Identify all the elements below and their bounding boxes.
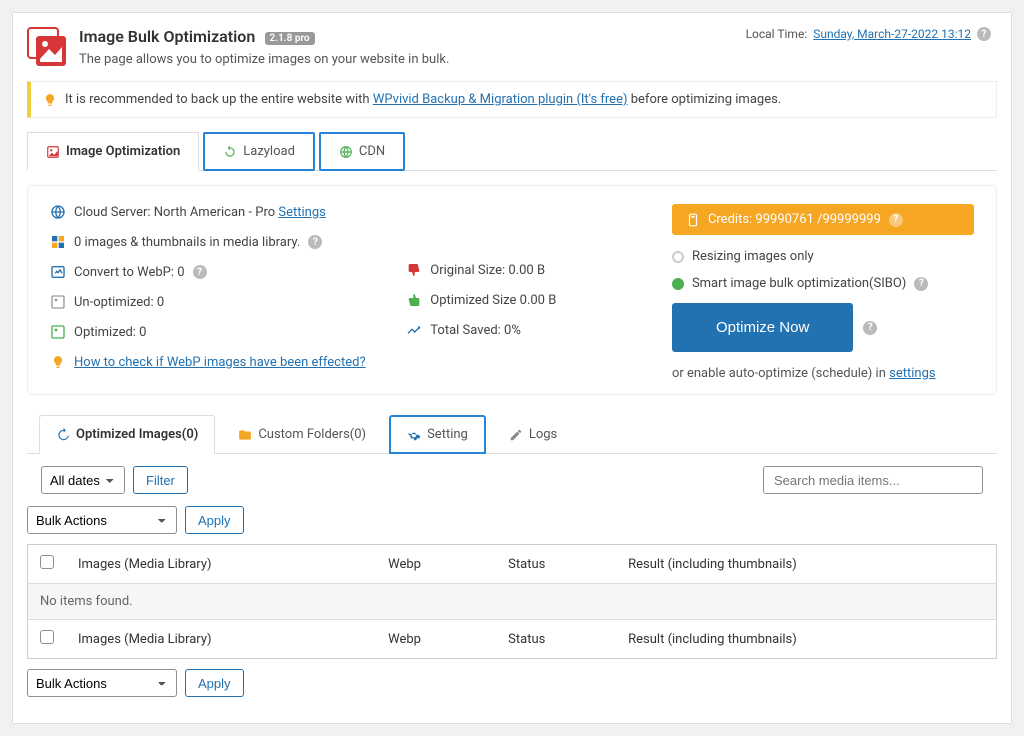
backup-plugin-link[interactable]: WPvivid Backup & Migration plugin (It's … — [373, 92, 628, 107]
col-result-footer: Result (including thumbnails) — [616, 620, 996, 659]
bulk-actions-select-top[interactable]: Bulk Actions — [27, 506, 177, 534]
refresh-icon — [223, 145, 237, 159]
mode-sibo-row[interactable]: Smart image bulk optimization(SIBO) ? — [672, 276, 974, 291]
cloud-icon — [50, 204, 66, 220]
page-title: Image Bulk Optimization — [79, 27, 255, 46]
select-all-checkbox-bottom[interactable] — [40, 630, 54, 644]
history-icon — [56, 428, 70, 442]
sub-tab-custom-folders[interactable]: Custom Folders(0) — [221, 415, 383, 454]
col-result[interactable]: Result (including thumbnails) — [616, 545, 996, 584]
unoptimized-stat: Un-optimized: 0 — [74, 295, 164, 310]
select-all-checkbox-top[interactable] — [40, 555, 54, 569]
table-row-empty: No items found. — [28, 584, 997, 620]
globe-icon — [339, 145, 353, 159]
total-saved-stat: Total Saved: 0% — [430, 323, 521, 338]
credits-icon — [686, 213, 700, 227]
help-icon[interactable]: ? — [914, 277, 928, 291]
help-icon[interactable]: ? — [863, 321, 877, 335]
help-icon[interactable]: ? — [308, 235, 322, 249]
pencil-icon — [509, 428, 523, 442]
media-table: Images (Media Library) Webp Status Resul… — [27, 544, 997, 659]
filter-button[interactable]: Filter — [133, 466, 188, 494]
sub-tab-setting[interactable]: Setting — [389, 415, 486, 454]
bulk-actions-select-bottom[interactable]: Bulk Actions — [27, 669, 177, 697]
thumb-down-icon — [406, 262, 422, 278]
tab-cdn[interactable]: CDN — [319, 132, 405, 171]
bulb-icon — [43, 93, 57, 107]
webp-help-link[interactable]: How to check if WebP images have been ef… — [74, 355, 366, 370]
optimized-size-stat: Optimized Size 0.00 B — [430, 293, 556, 308]
optimized-icon — [50, 324, 66, 340]
optimize-now-button[interactable]: Optimize Now — [672, 303, 853, 352]
col-webp-footer: Webp — [376, 620, 496, 659]
version-badge: 2.1.8 pro — [265, 32, 315, 45]
tab-lazyload[interactable]: Lazyload — [203, 132, 315, 171]
col-webp[interactable]: Webp — [376, 545, 496, 584]
gear-icon — [407, 428, 421, 442]
page-subtitle: The page allows you to optimize images o… — [79, 52, 449, 67]
original-size-stat: Original Size: 0.00 B — [430, 263, 545, 278]
media-library-stat: 0 images & thumbnails in media library. — [74, 235, 300, 250]
webp-stat: Convert to WebP: 0 — [74, 265, 185, 280]
col-images[interactable]: Images (Media Library) — [66, 545, 376, 584]
auto-settings-link[interactable]: settings — [889, 366, 935, 381]
sub-tab-logs[interactable]: Logs — [492, 415, 574, 454]
cloud-settings-link[interactable]: Settings — [278, 205, 325, 220]
tab-image-optimization[interactable]: Image Optimization — [27, 132, 199, 171]
chart-icon — [406, 322, 422, 338]
mode-resize-row[interactable]: Resizing images only — [672, 249, 974, 264]
search-input[interactable] — [763, 466, 983, 494]
credits-bar: Credits: 99990761 /99999999 ? — [672, 204, 974, 235]
radio-checked-icon — [672, 278, 684, 290]
auto-text-pre: or enable auto-optimize (schedule) in — [672, 366, 889, 381]
help-icon[interactable]: ? — [977, 27, 991, 41]
library-icon — [50, 234, 66, 250]
app-logo-icon — [27, 27, 67, 67]
folder-icon — [238, 428, 252, 442]
notice-text-pre: It is recommended to back up the entire … — [65, 92, 373, 107]
notice-text-post: before optimizing images. — [628, 92, 782, 107]
col-status[interactable]: Status — [496, 545, 616, 584]
col-status-footer: Status — [496, 620, 616, 659]
help-icon[interactable]: ? — [193, 265, 207, 279]
help-icon[interactable]: ? — [889, 213, 903, 227]
sub-tab-optimized-images[interactable]: Optimized Images(0) — [39, 415, 215, 454]
bulb-icon — [50, 354, 66, 370]
image-icon — [46, 145, 60, 159]
credits-text: Credits: 99990761 /99999999 — [708, 212, 881, 227]
no-items-text: No items found. — [28, 584, 997, 620]
backup-notice: It is recommended to back up the entire … — [27, 81, 997, 118]
local-time-link[interactable]: Sunday, March-27-2022 13:12 — [813, 27, 971, 41]
date-filter-select[interactable]: All dates — [41, 466, 125, 494]
apply-button-bottom[interactable]: Apply — [185, 669, 244, 697]
unoptimized-icon — [50, 294, 66, 310]
radio-unchecked-icon — [672, 251, 684, 263]
thumb-up-icon — [406, 292, 422, 308]
webp-icon — [50, 264, 66, 280]
cloud-server-text: Cloud Server: North American - Pro — [74, 205, 278, 220]
apply-button-top[interactable]: Apply — [185, 506, 244, 534]
optimized-stat: Optimized: 0 — [74, 325, 146, 340]
col-images-footer: Images (Media Library) — [66, 620, 376, 659]
local-time-label: Local Time: — [746, 27, 808, 41]
